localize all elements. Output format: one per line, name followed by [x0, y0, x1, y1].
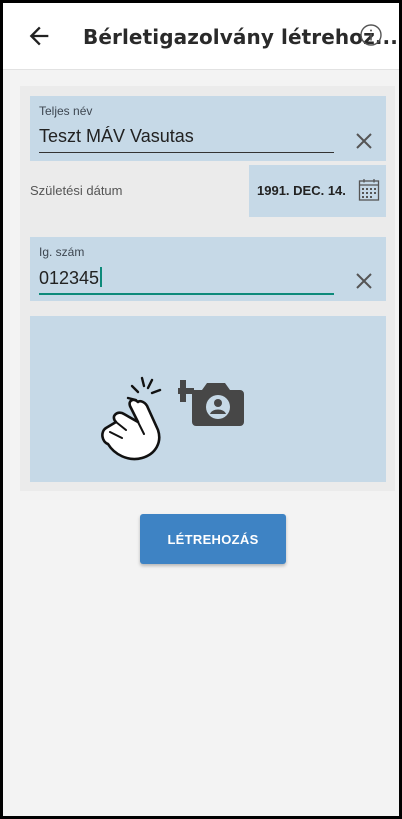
app-bar: Bérletigazolvány létrehoz... — [3, 3, 399, 70]
pass-form: Teljes név Teszt MÁV Vasutas Születési d… — [20, 86, 395, 491]
id-number-label: Ig. szám — [39, 245, 85, 259]
birth-date-row: Születési dátum 1991. DEC. 14. — [30, 165, 386, 217]
page-title: Bérletigazolvány létrehoz... — [83, 25, 398, 49]
close-icon[interactable] — [354, 131, 374, 151]
arrow-left-icon[interactable] — [25, 22, 53, 50]
add-photo-icon[interactable] — [178, 368, 250, 428]
full-name-field[interactable]: Teljes név Teszt MÁV Vasutas — [30, 96, 386, 161]
full-name-input[interactable]: Teszt MÁV Vasutas — [39, 126, 194, 147]
id-number-value: 012345 — [39, 268, 100, 288]
create-button[interactable]: LÉTREHOZÁS — [140, 514, 286, 564]
birth-date-label: Születési dátum — [30, 183, 123, 198]
tap-hand-icon — [101, 376, 162, 461]
birth-date-picker[interactable]: 1991. DEC. 14. — [249, 165, 386, 217]
photo-upload-area[interactable] — [30, 316, 386, 482]
id-number-input[interactable]: 012345 — [39, 267, 103, 289]
full-name-label: Teljes név — [39, 104, 93, 118]
calendar-icon[interactable] — [358, 178, 380, 202]
text-cursor — [100, 267, 103, 287]
id-number-field[interactable]: Ig. szám 012345 — [30, 237, 386, 301]
info-circle-icon[interactable] — [359, 23, 383, 47]
close-icon[interactable] — [354, 271, 374, 291]
id-number-underline — [39, 293, 334, 295]
full-name-underline — [39, 152, 334, 153]
screen: Bérletigazolvány létrehoz... Teljes név … — [3, 3, 399, 816]
birth-date-value: 1991. DEC. 14. — [257, 183, 346, 198]
